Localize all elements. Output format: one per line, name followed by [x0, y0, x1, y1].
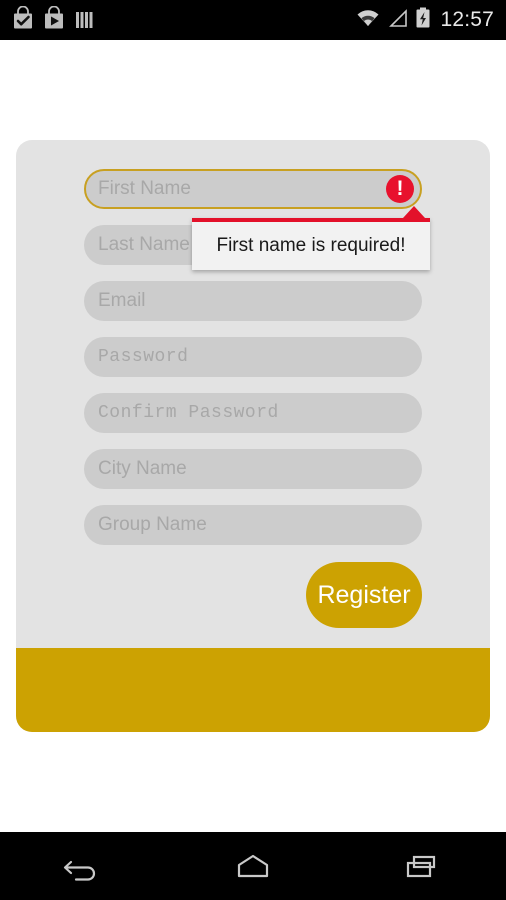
wifi-icon	[355, 7, 381, 34]
email-placeholder: Email	[98, 290, 146, 311]
error-exclamation-icon: !	[386, 175, 414, 203]
group-name-input[interactable]: Group Name	[84, 505, 422, 545]
city-name-input[interactable]: City Name	[84, 449, 422, 489]
confirm-password-placeholder: Confirm Password	[98, 403, 279, 423]
register-button[interactable]: Register	[306, 562, 422, 628]
last-name-placeholder: Last Name	[98, 234, 190, 255]
registration-card: First Name ! First name is required! Las…	[16, 140, 490, 732]
email-input[interactable]: Email	[84, 281, 422, 321]
first-name-placeholder: First Name	[98, 178, 191, 199]
status-bar-left-icons	[0, 5, 94, 35]
status-bar-clock: 12:57	[440, 8, 494, 31]
tooltip-arrow-icon	[403, 206, 425, 218]
password-input[interactable]: Password	[84, 337, 422, 377]
battery-charging-icon	[415, 6, 431, 35]
play-store-bag-play-icon	[43, 5, 65, 35]
error-badge-glyph: !	[396, 177, 404, 200]
android-navigation-bar	[0, 832, 506, 900]
registration-form: First Name ! First name is required! Las…	[16, 140, 490, 648]
first-name-input[interactable]: First Name !	[84, 169, 422, 209]
play-store-bag-check-icon	[12, 5, 34, 35]
status-bar-right-icons: 12:57	[355, 6, 506, 35]
password-placeholder: Password	[98, 347, 189, 367]
status-bar: 12:57	[0, 0, 506, 40]
bars-icon	[74, 6, 94, 35]
recents-icon[interactable]	[367, 832, 477, 900]
card-footer-band	[16, 648, 490, 732]
back-icon[interactable]	[29, 832, 139, 900]
error-tooltip-message: First name is required!	[216, 235, 406, 256]
city-name-placeholder: City Name	[98, 458, 187, 479]
home-icon[interactable]	[198, 832, 308, 900]
error-tooltip: First name is required!	[192, 206, 430, 270]
signal-triangle-icon	[387, 7, 409, 34]
group-name-placeholder: Group Name	[98, 514, 207, 535]
confirm-password-input[interactable]: Confirm Password	[84, 393, 422, 433]
